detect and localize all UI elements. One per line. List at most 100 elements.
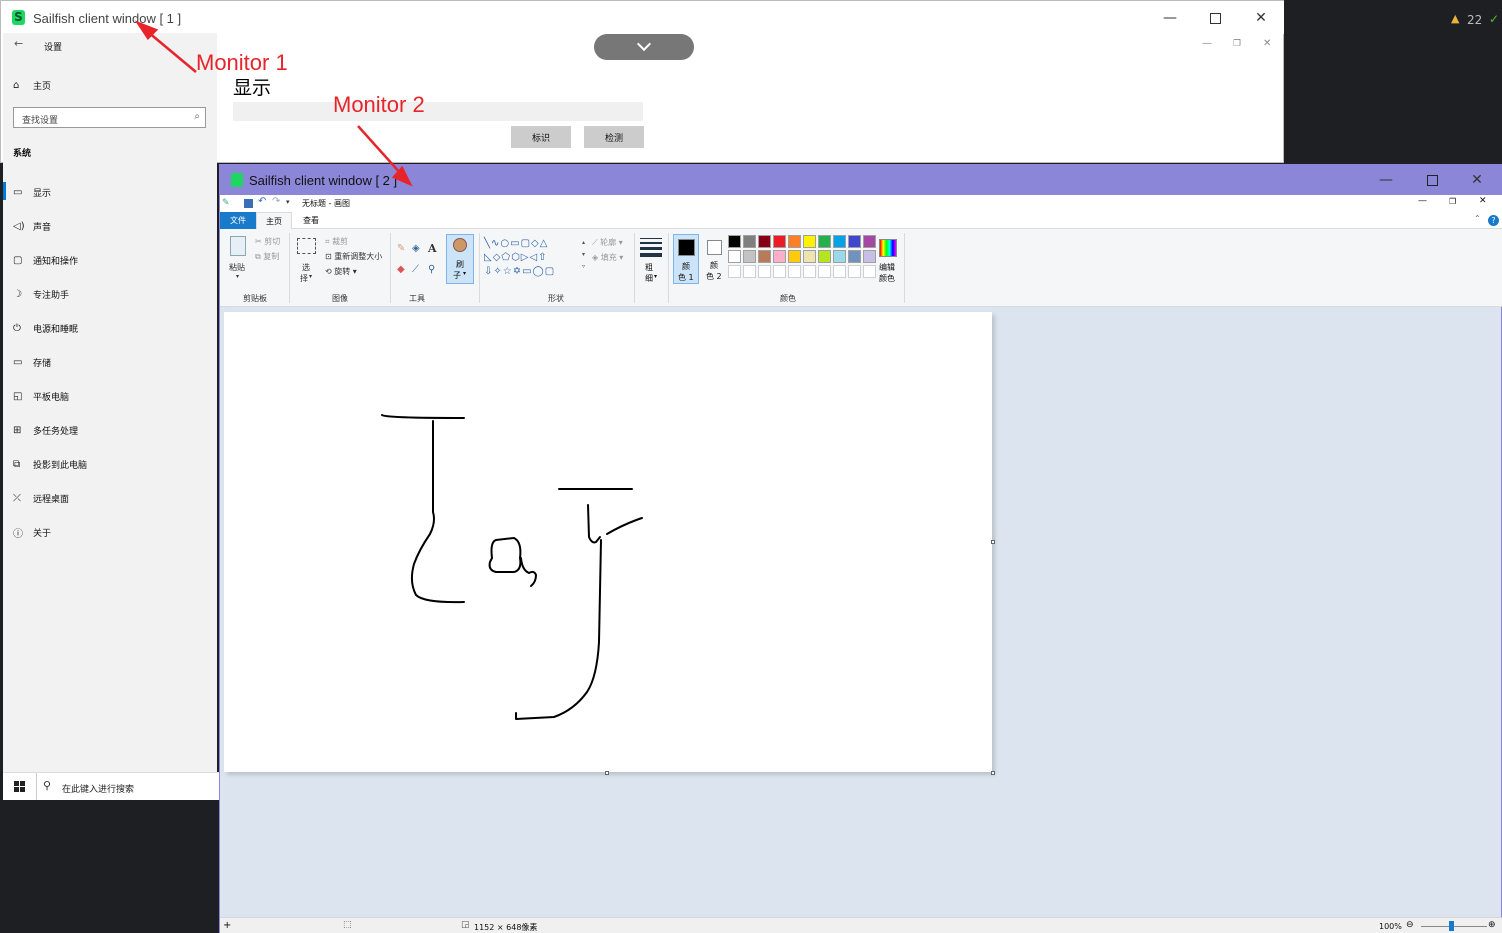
window-2-minimize-button[interactable]: —: [1371, 168, 1401, 192]
paint-close-icon[interactable]: ✕: [1479, 196, 1487, 206]
paste-icon[interactable]: [230, 236, 246, 256]
paste-button-label[interactable]: 粘贴: [229, 262, 245, 273]
select-dropdown-icon[interactable]: ▾: [309, 273, 312, 280]
zoom-slider-thumb[interactable]: [1449, 921, 1454, 931]
color-swatch[interactable]: [863, 250, 876, 263]
window-1-titlebar[interactable]: S Sailfish client window [ 1 ] — ✕: [1, 1, 1285, 34]
remote-restore-icon[interactable]: ❐: [1233, 39, 1241, 49]
crop-button[interactable]: ⌗ 裁剪: [325, 236, 348, 247]
magnifier-icon[interactable]: ⚲: [428, 264, 435, 275]
zoom-out-icon[interactable]: ⊖: [1406, 920, 1414, 930]
save-icon[interactable]: [244, 199, 253, 208]
color-swatch[interactable]: [743, 265, 756, 278]
window-1-close-button[interactable]: ✕: [1246, 6, 1276, 30]
identify-button[interactable]: 标识: [511, 126, 571, 148]
canvas-resize-handle-bottom[interactable]: [605, 771, 609, 775]
back-arrow-icon[interactable]: ←: [14, 37, 23, 50]
window-2-maximize-button[interactable]: [1417, 168, 1447, 192]
zoom-slider[interactable]: [1421, 926, 1487, 927]
settings-search-input[interactable]: 查找设置 ⌕: [13, 107, 206, 128]
color-swatch[interactable]: [863, 235, 876, 248]
color-swatch[interactable]: [728, 235, 741, 248]
help-icon[interactable]: ?: [1488, 215, 1499, 226]
fill-bucket-icon[interactable]: ◈: [412, 243, 420, 254]
pencil-icon[interactable]: ✎: [397, 243, 405, 254]
select-button-label-1[interactable]: 选: [302, 262, 310, 273]
window-2-close-button[interactable]: ✕: [1462, 168, 1492, 192]
color-swatch[interactable]: [773, 235, 786, 248]
tab-view[interactable]: 查看: [295, 212, 327, 229]
select-icon[interactable]: [297, 238, 316, 254]
cut-button[interactable]: ✂ 剪切: [255, 236, 280, 247]
shapes-scroll-icon[interactable]: ▴ ▾ ▿: [582, 237, 585, 273]
start-button[interactable]: [3, 773, 35, 800]
tab-home[interactable]: 主页: [256, 212, 292, 230]
size-button[interactable]: 粗 细 ▾: [639, 235, 663, 283]
color-swatch[interactable]: [803, 250, 816, 263]
paint-canvas[interactable]: [224, 312, 992, 772]
color-swatch[interactable]: [803, 235, 816, 248]
sidebar-item-power[interactable]: ⏻ 电源和睡眠: [13, 319, 78, 337]
eraser-icon[interactable]: ◆: [397, 264, 405, 275]
color-swatch[interactable]: [818, 250, 831, 263]
zoom-in-icon[interactable]: ⊕: [1488, 920, 1496, 930]
select-button-label-2[interactable]: 择: [300, 273, 308, 284]
redo-icon[interactable]: ↷: [272, 196, 280, 207]
color1-button[interactable]: 颜 色 1: [673, 234, 699, 284]
tab-file[interactable]: 文件: [220, 212, 256, 229]
copy-button[interactable]: ⧉ 复制: [255, 251, 279, 262]
sidebar-item-sound[interactable]: ◁) 声音: [13, 217, 51, 235]
color-swatch[interactable]: [803, 265, 816, 278]
customize-qat-icon[interactable]: ▾: [286, 198, 290, 206]
settings-home[interactable]: ⌂ 主页: [13, 76, 51, 94]
color-picker-icon[interactable]: ⟋: [412, 264, 419, 275]
taskbar-search-box[interactable]: ⚲ 在此键入进行搜索: [36, 773, 219, 800]
color-swatch[interactable]: [833, 250, 846, 263]
fill-button[interactable]: ◈ 填充 ▾: [592, 252, 623, 263]
color-swatch[interactable]: [788, 265, 801, 278]
sidebar-item-multitasking[interactable]: ⊞ 多任务处理: [13, 421, 78, 439]
display-arrangement-area[interactable]: [233, 102, 643, 121]
canvas-resize-handle-corner[interactable]: [991, 771, 995, 775]
undo-icon[interactable]: ↶: [258, 196, 266, 207]
shapes-gallery[interactable]: ╲∿○▭▢◇△ ◺◇⬠⬡▷◁⇧ ⇩✧☆✡▭◯▢: [484, 237, 582, 277]
color-swatch[interactable]: [863, 265, 876, 278]
color-swatch[interactable]: [788, 235, 801, 248]
color-swatch[interactable]: [848, 265, 861, 278]
edit-colors-button[interactable]: 编辑 颜色: [876, 234, 900, 284]
canvas-resize-handle-right[interactable]: [991, 540, 995, 544]
sidebar-item-notifications[interactable]: ▢ 通知和操作: [13, 251, 78, 269]
sidebar-item-remote-desktop[interactable]: ⤫ 远程桌面: [13, 489, 69, 507]
color-swatch[interactable]: [758, 250, 771, 263]
warning-count[interactable]: 22: [1467, 13, 1482, 27]
color-swatch[interactable]: [773, 250, 786, 263]
sidebar-item-display[interactable]: ▭ 显示: [13, 183, 51, 201]
color2-button[interactable]: 颜 色 2: [702, 234, 728, 284]
sidebar-item-tablet[interactable]: ◱ 平板电脑: [13, 387, 69, 405]
brushes-button[interactable]: 刷 子 ▾: [446, 234, 474, 284]
remote-toolbar-toggle[interactable]: [594, 34, 694, 60]
sidebar-item-focus-assist[interactable]: ☽ 专注助手: [13, 285, 69, 303]
collapse-ribbon-icon[interactable]: ⌃: [1474, 214, 1481, 223]
paint-minimize-icon[interactable]: —: [1418, 196, 1427, 206]
sidebar-item-projecting[interactable]: ⧉ 投影到此电脑: [13, 455, 87, 473]
sidebar-item-storage[interactable]: ▭ 存储: [13, 353, 51, 371]
color-swatch[interactable]: [758, 235, 771, 248]
resize-button[interactable]: ⊡ 重新调整大小: [325, 251, 382, 262]
color-swatch[interactable]: [788, 250, 801, 263]
color-swatch[interactable]: [818, 265, 831, 278]
color-swatch[interactable]: [773, 265, 786, 278]
paint-restore-icon[interactable]: ❐: [1449, 197, 1456, 206]
window-1-maximize-button[interactable]: [1200, 6, 1230, 30]
color-swatch[interactable]: [728, 250, 741, 263]
color-swatch[interactable]: [728, 265, 741, 278]
color-swatch[interactable]: [848, 235, 861, 248]
rotate-button[interactable]: ⟲ 旋转 ▾: [325, 266, 357, 277]
paste-dropdown-icon[interactable]: ▾: [236, 273, 239, 280]
color-swatch[interactable]: [833, 235, 846, 248]
window-2-titlebar[interactable]: Sailfish client window [ 2 ] — ✕: [220, 165, 1502, 195]
color-swatch[interactable]: [743, 235, 756, 248]
detect-button[interactable]: 检测: [584, 126, 644, 148]
outline-button[interactable]: ⟋ 轮廓 ▾: [592, 237, 623, 248]
window-1-minimize-button[interactable]: —: [1155, 6, 1185, 30]
